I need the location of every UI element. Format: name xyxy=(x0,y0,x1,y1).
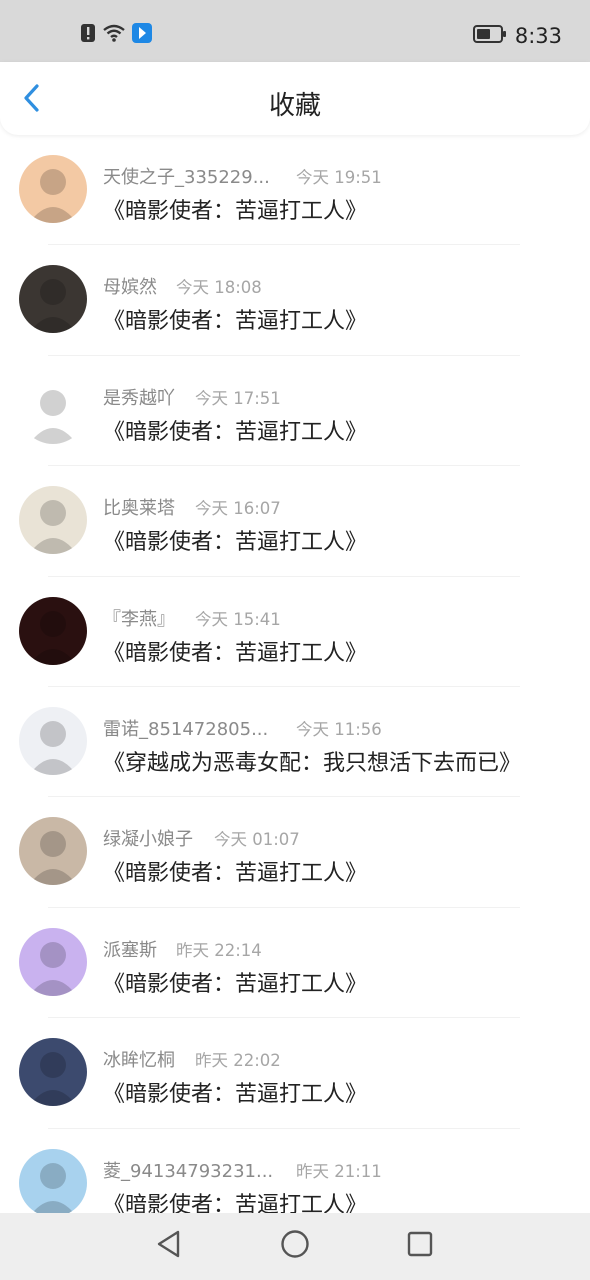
user-name[interactable]: 母嫔然 xyxy=(103,273,157,299)
user-name[interactable]: 雷诺_851472805... xyxy=(103,715,268,741)
avatar-head xyxy=(40,169,66,195)
user-avatar[interactable] xyxy=(19,486,87,555)
user-avatar[interactable] xyxy=(19,706,87,775)
work-title[interactable]: 《暗影使者：苦逼打工人》 xyxy=(103,524,367,556)
item-meta: 雷诺_851472805... 今天 11:56 xyxy=(103,715,563,741)
item-meta: 天使之子_335229... 今天 19:51 xyxy=(103,163,563,189)
back-triangle-icon xyxy=(155,1229,183,1263)
user-avatar[interactable] xyxy=(19,1038,87,1107)
work-title[interactable]: 《暗影使者：苦逼打工人》 xyxy=(103,193,367,225)
alert-icon xyxy=(80,23,96,47)
work-title[interactable]: 《穿越成为恶毒女配：我只想活下去而已》 xyxy=(103,745,521,777)
user-name[interactable]: 绿凝小娘子 xyxy=(103,825,193,851)
favorite-item[interactable]: 冰眸忆桐 昨天 22:02 《暗影使者：苦逼打工人》 xyxy=(0,1018,590,1129)
favorite-time: 今天 18:08 xyxy=(176,278,262,298)
header-bar: 收藏 xyxy=(0,62,590,135)
page-title: 收藏 xyxy=(268,91,321,121)
item-meta: 派塞斯 昨天 22:14 xyxy=(103,936,563,962)
favorites-list[interactable]: 天使之子_335229... 今天 19:51 《暗影使者：苦逼打工人》 母嫔然 今天 … xyxy=(0,135,590,1213)
favorite-time: 昨天 21:11 xyxy=(296,1161,382,1181)
user-name[interactable]: 天使之子_335229... xyxy=(103,163,270,189)
work-title[interactable]: 《暗影使者：苦逼打工人》 xyxy=(103,855,367,887)
user-name[interactable]: 派塞斯 xyxy=(103,936,157,962)
favorite-item[interactable]: 是秀越吖 今天 17:51 《暗影使者：苦逼打工人》 xyxy=(0,356,590,467)
favorite-time: 今天 11:56 xyxy=(296,719,382,739)
avatar-head xyxy=(40,500,66,527)
user-avatar[interactable] xyxy=(19,1148,87,1213)
avatar-head xyxy=(40,389,66,416)
item-meta: 母嫔然 今天 18:08 xyxy=(103,273,563,299)
user-avatar[interactable] xyxy=(19,596,87,665)
work-title[interactable]: 《暗影使者：苦逼打工人》 xyxy=(103,1076,367,1108)
favorite-item[interactable]: 雷诺_851472805... 今天 11:56 《穿越成为恶毒女配：我只想活下去而… xyxy=(0,687,590,798)
avatar-head xyxy=(40,941,66,968)
battery-icon xyxy=(472,25,507,47)
user-name[interactable]: 『李燕』 xyxy=(103,605,175,631)
favorite-item[interactable]: 『李燕』 今天 15:41 《暗影使者：苦逼打工人》 xyxy=(0,577,590,687)
item-meta: 冰眸忆桐 昨天 22:02 xyxy=(103,1046,563,1072)
status-time: 8:33 xyxy=(514,24,562,48)
favorite-item[interactable]: 派塞斯 昨天 22:14 《暗影使者：苦逼打工人》 xyxy=(0,908,590,1019)
user-avatar[interactable] xyxy=(19,155,87,223)
work-title[interactable]: 《暗影使者：苦逼打工人》 xyxy=(103,635,367,667)
favorite-time: 今天 15:41 xyxy=(195,609,281,629)
user-avatar[interactable] xyxy=(19,927,87,996)
user-name[interactable]: 比奥莱塔 xyxy=(103,494,175,520)
favorite-item[interactable]: 天使之子_335229... 今天 19:51 《暗影使者：苦逼打工人》 xyxy=(0,135,590,246)
favorite-time: 今天 16:07 xyxy=(195,499,281,519)
user-avatar[interactable] xyxy=(19,265,87,334)
avatar-head xyxy=(40,831,66,858)
avatar-head xyxy=(40,610,66,637)
favorite-item[interactable]: 绿凝小娘子 今天 01:07 《暗影使者：苦逼打工人》 xyxy=(0,797,590,908)
favorite-item[interactable]: 比奥莱塔 今天 16:07 《暗影使者：苦逼打工人》 xyxy=(0,466,590,577)
app-notification-icon xyxy=(132,23,152,47)
avatar-head xyxy=(40,1162,66,1189)
favorite-time: 今天 17:51 xyxy=(195,388,281,408)
favorite-time: 今天 19:51 xyxy=(296,168,382,187)
favorite-item[interactable]: 母嫔然 今天 18:08 《暗影使者：苦逼打工人》 xyxy=(0,245,590,356)
avatar-head xyxy=(40,1052,66,1079)
favorite-time: 昨天 22:02 xyxy=(195,1051,281,1071)
status-icons-left xyxy=(80,23,152,47)
user-name[interactable]: 菱_94134793231... xyxy=(103,1157,273,1183)
work-title[interactable]: 《暗影使者：苦逼打工人》 xyxy=(103,1187,367,1213)
status-bar: 8:33 xyxy=(0,0,590,62)
item-meta: 比奥莱塔 今天 16:07 xyxy=(103,494,563,520)
item-meta: 是秀越吖 今天 17:51 xyxy=(103,384,563,410)
wifi-icon xyxy=(102,23,126,47)
nav-home-button[interactable] xyxy=(277,1228,313,1264)
nav-back-button[interactable] xyxy=(151,1228,187,1264)
recents-square-icon xyxy=(406,1230,434,1262)
item-meta: 菱_94134793231... 昨天 21:11 xyxy=(103,1157,563,1183)
favorite-item[interactable]: 菱_94134793231... 昨天 21:11 《暗影使者：苦逼打工人》 xyxy=(0,1129,590,1213)
avatar-head xyxy=(40,720,66,747)
avatar-head xyxy=(40,279,66,306)
work-title[interactable]: 《暗影使者：苦逼打工人》 xyxy=(103,303,367,335)
work-title[interactable]: 《暗影使者：苦逼打工人》 xyxy=(103,414,367,446)
system-nav-bar xyxy=(0,1213,590,1280)
user-name[interactable]: 冰眸忆桐 xyxy=(103,1046,175,1072)
favorite-time: 昨天 22:14 xyxy=(176,940,262,960)
status-icons-right: 8:33 xyxy=(472,22,562,50)
item-meta: 绿凝小娘子 今天 01:07 xyxy=(103,825,563,851)
user-avatar[interactable] xyxy=(19,375,87,444)
item-meta: 『李燕』 今天 15:41 xyxy=(103,605,563,631)
home-circle-icon xyxy=(280,1229,310,1263)
user-avatar[interactable] xyxy=(19,817,87,886)
user-name[interactable]: 是秀越吖 xyxy=(103,384,175,410)
nav-recents-button[interactable] xyxy=(402,1228,438,1264)
work-title[interactable]: 《暗影使者：苦逼打工人》 xyxy=(103,966,367,998)
favorite-time: 今天 01:07 xyxy=(214,830,300,850)
